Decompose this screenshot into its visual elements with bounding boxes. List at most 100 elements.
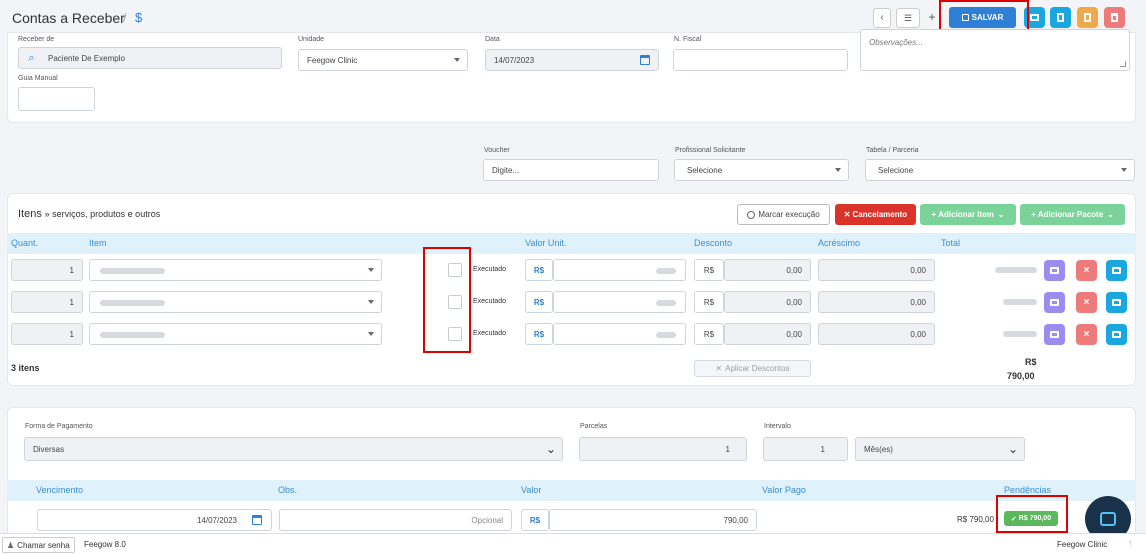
valor-redacted [656,300,676,306]
periodo-select[interactable]: Mês(es) ⌄ [855,437,1025,461]
executado-checkbox[interactable] [448,327,462,341]
add-button[interactable]: + [926,8,938,28]
cancelamento-button[interactable]: ✕ Cancelamento [835,204,916,225]
desconto-field[interactable]: 0,00 [724,259,811,281]
obs-field[interactable]: Opcional [279,509,512,531]
valor-currency: R$ [521,509,549,531]
qty-field[interactable]: 1 [11,259,83,281]
valor-unit-field[interactable] [553,291,686,313]
unidade-label: Unidade [298,36,325,43]
data-field[interactable]: 14/07/2023 [485,49,659,71]
receber-de-field[interactable]: ⌕ Paciente De Exemplo [18,47,282,69]
intervalo-field[interactable]: 1 [763,437,848,461]
item-select[interactable] [89,323,382,345]
remove-item-button[interactable]: × [1076,260,1097,281]
valor-currency: R$ [525,291,553,313]
payment-row: 14/07/2023 Opcional R$ 790,00 R$ 790,00 … [0,509,1146,531]
executado-checkbox[interactable] [448,263,462,277]
intervalo-label: Intervalo [764,423,791,430]
nfiscal-field[interactable] [673,49,848,71]
remove-item-button[interactable]: × [1076,324,1097,345]
print-icon [1030,14,1039,21]
parcelas-field[interactable]: 1 [579,437,747,461]
profissional-select[interactable]: Selecione [674,159,849,181]
valor-unit-field[interactable] [553,323,686,345]
aplicar-descontos-button[interactable]: ✕ Aplicar Descontos [694,360,811,377]
save-button[interactable]: SALVAR [949,7,1016,28]
qty-field[interactable]: 1 [11,323,83,345]
item-detail-button[interactable] [1044,260,1065,281]
nfiscal-label: N. Fiscal [674,36,702,43]
item-select[interactable] [89,291,382,313]
items-title-bold: Itens [18,208,42,220]
observacoes-field[interactable]: Observações... [860,29,1130,71]
col-obs: Obs. [278,485,298,495]
version-label: Feegow 8.0 [84,540,126,549]
item-detail-button[interactable] [1044,324,1065,345]
document-button[interactable] [1050,7,1071,28]
marcar-execucao-button[interactable]: Marcar execução [737,204,830,225]
receipt-button[interactable] [1077,7,1098,28]
unidade-select[interactable]: Feegow Clinic [298,49,468,71]
chamar-senha-label: Chamar senha [17,540,70,550]
qty-value: 1 [69,329,74,339]
currency-label: R$ [533,297,545,307]
items-count: 3 itens [11,363,40,373]
chamar-senha-button[interactable]: ♟ Chamar senha [2,537,75,553]
desconto-field[interactable]: 0,00 [724,291,811,313]
acrescimo-field[interactable]: 0,00 [818,323,935,345]
table-row: 1 Executado R$ R$ 0,00 0,00 × [0,291,1146,315]
acrescimo-field[interactable]: 0,00 [818,291,935,313]
form-card: Receber de ⌕ Paciente De Exemplo Unidade… [7,29,1136,123]
vencimento-field[interactable]: 14/07/2023 [37,509,272,531]
adicionar-item-button[interactable]: + Adicionar Item ⌄ [920,204,1016,225]
total-redacted [1003,299,1037,305]
table-row: 1 Executado R$ R$ 0,00 0,00 × [0,259,1146,283]
delete-button[interactable] [1104,7,1125,28]
desconto-value: 0,00 [786,265,802,275]
chevron-down-icon: ⌄ [997,210,1005,219]
trash-icon [1111,13,1118,22]
total-value: 790,00 [1007,371,1035,381]
pendencia-badge[interactable]: ✓ R$ 790,00 [1004,511,1058,526]
adicionar-pacote-button[interactable]: + Adicionar Pacote ⌄ [1020,204,1125,225]
pendencia-value: R$ 790,00 [1018,515,1052,522]
payment-table-header: Vencimento Obs. Valor Valor Pago Pendênc… [7,480,1136,501]
acrescimo-value: 0,00 [910,329,926,339]
tabela-select[interactable]: Selecione [865,159,1135,181]
print-item-button[interactable] [1106,292,1127,313]
page-title: Contas a Receber [12,10,125,26]
receber-de-label: Receber de [18,36,55,43]
executado-checkbox[interactable] [448,295,462,309]
item-select[interactable] [89,259,382,281]
remove-item-button[interactable]: × [1076,292,1097,313]
scroll-top-icon[interactable]: ↑ [1128,538,1133,548]
chevron-down-icon: ⌄ [1107,210,1114,219]
back-button[interactable]: ‹ [873,8,891,28]
qty-field[interactable]: 1 [11,291,83,313]
items-title: Itens » serviços, produtos e outros [18,208,160,220]
title-separator: / [123,11,127,25]
valor-field[interactable]: 790,00 [549,509,757,531]
col-vencimento: Vencimento [36,485,84,495]
print-button[interactable] [1024,7,1045,28]
print-item-button[interactable] [1106,260,1127,281]
desconto-currency: R$ [694,323,724,345]
check-circle-icon [747,210,756,219]
col-desconto: Desconto [694,238,733,248]
cancelamento-label: Cancelamento [852,210,908,219]
periodo-value: Mês(es) [864,444,893,454]
voucher-input[interactable]: Digite... [483,159,659,181]
list-button[interactable]: ☰ [896,8,920,28]
desconto-field[interactable]: 0,00 [724,323,811,345]
col-valor-unit: Valor Unit. [525,238,567,248]
close-icon: × [1083,297,1090,308]
qty-value: 1 [69,297,74,307]
valor-unit-field[interactable] [553,259,686,281]
currency-label: R$ [533,329,545,339]
guia-field[interactable] [18,87,95,111]
item-detail-button[interactable] [1044,292,1065,313]
print-item-button[interactable] [1106,324,1127,345]
forma-pagamento-select[interactable]: Diversas ⌄ [24,437,563,461]
acrescimo-field[interactable]: 0,00 [818,259,935,281]
